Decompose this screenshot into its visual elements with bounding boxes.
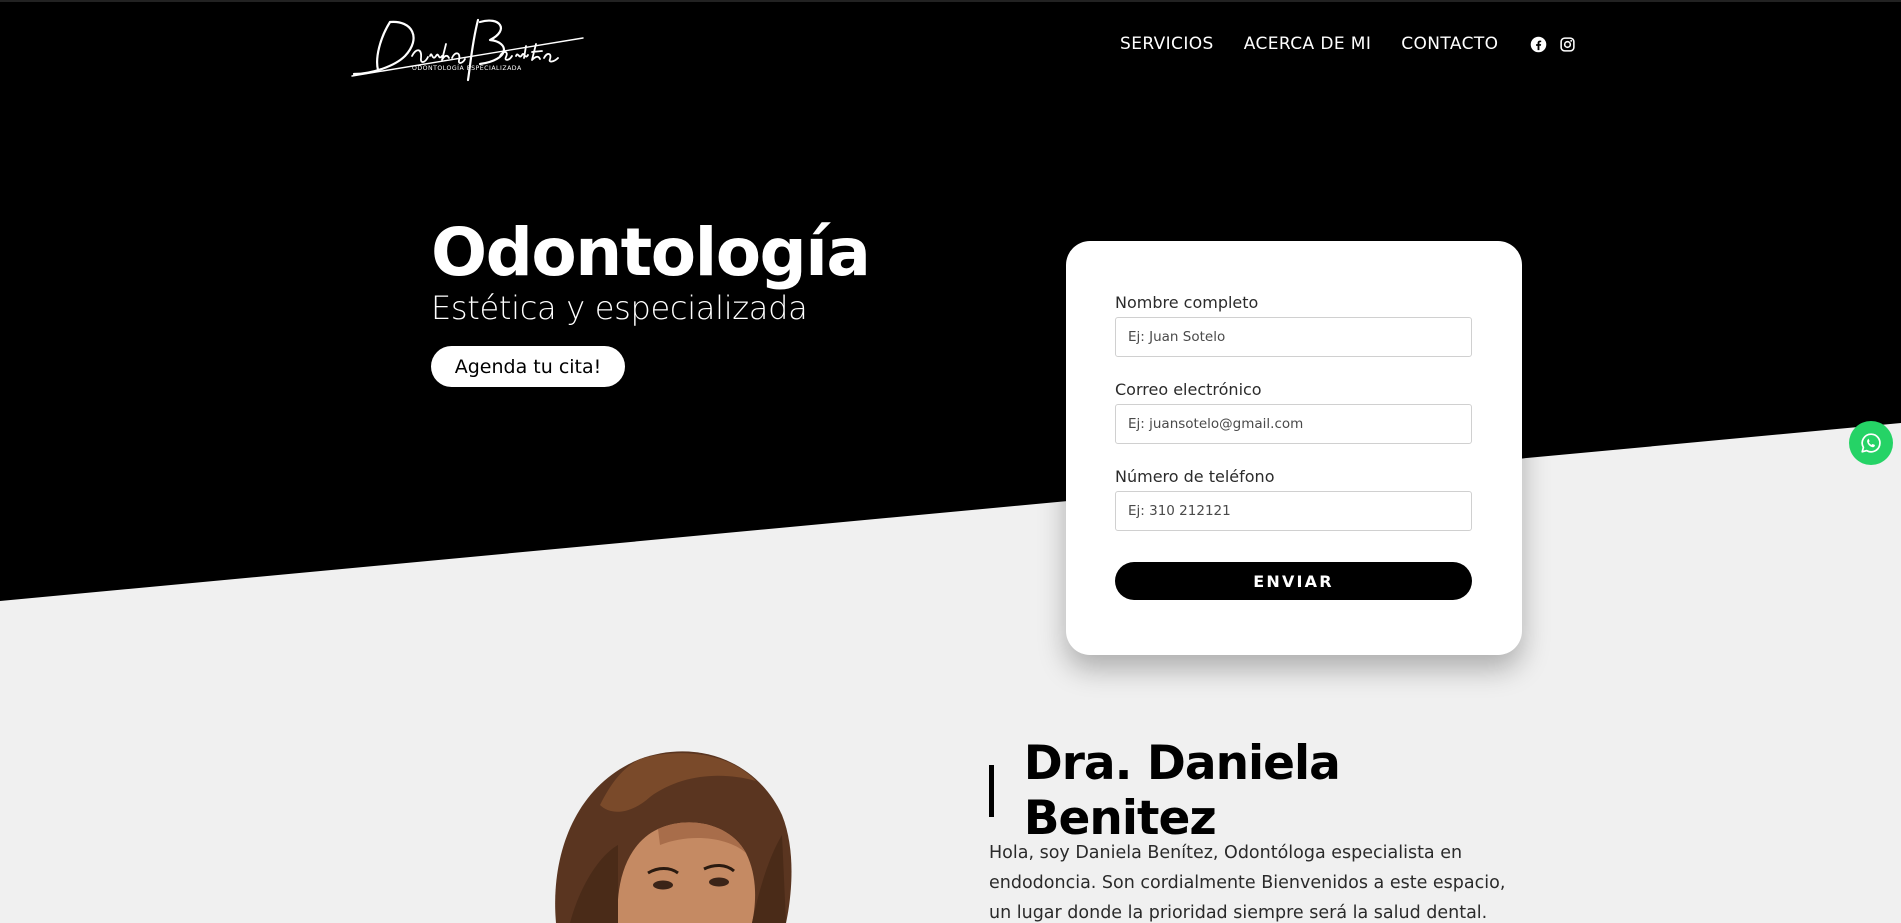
phone-input[interactable] [1115, 491, 1472, 531]
name-label: Nombre completo [1115, 293, 1259, 312]
submit-button[interactable]: ENVIAR [1115, 562, 1472, 600]
site-header: ODONTOLOGÍA ESPECIALIZADA SERVICIOS ACER… [0, 0, 1901, 92]
doctor-name: Dra. Daniela Benitez [1023, 735, 1341, 846]
facebook-icon[interactable] [1530, 36, 1547, 53]
heading-accent-bar [989, 764, 994, 817]
book-appointment-button[interactable]: Agenda tu cita! [431, 346, 625, 387]
contact-form-card: Nombre completo Correo electrónico Númer… [1066, 241, 1522, 655]
hero-subtitle: Estética y especializada [431, 289, 808, 327]
email-label: Correo electrónico [1115, 380, 1262, 399]
hero-section: Odontología Estética y especializada Age… [431, 212, 871, 387]
email-input[interactable] [1115, 404, 1472, 444]
nav-acerca-de-mi[interactable]: ACERCA DE MI [1244, 34, 1372, 54]
doctor-portrait [555, 751, 792, 923]
main-nav: SERVICIOS ACERCA DE MI CONTACTO [1120, 34, 1576, 54]
hero-title: Odontología [431, 214, 871, 291]
name-input[interactable] [1115, 317, 1472, 357]
phone-label: Número de teléfono [1115, 467, 1275, 486]
about-heading: Dra. Daniela Benitez [989, 736, 1519, 846]
nav-contacto[interactable]: CONTACTO [1401, 34, 1498, 54]
instagram-icon[interactable] [1559, 36, 1576, 53]
whatsapp-button[interactable] [1849, 421, 1893, 465]
whatsapp-icon [1861, 433, 1881, 453]
nav-servicios[interactable]: SERVICIOS [1120, 34, 1214, 54]
about-description: Hola, soy Daniela Benítez, Odontóloga es… [989, 843, 1506, 923]
hero-background [0, 0, 1901, 601]
logo-tagline: ODONTOLOGÍA ESPECIALIZADA [412, 63, 522, 72]
social-links [1530, 36, 1576, 53]
about-section: Dra. Daniela Benitez Hola, soy Daniela B… [989, 736, 1519, 923]
brand-logo[interactable]: ODONTOLOGÍA ESPECIALIZADA [350, 8, 585, 86]
